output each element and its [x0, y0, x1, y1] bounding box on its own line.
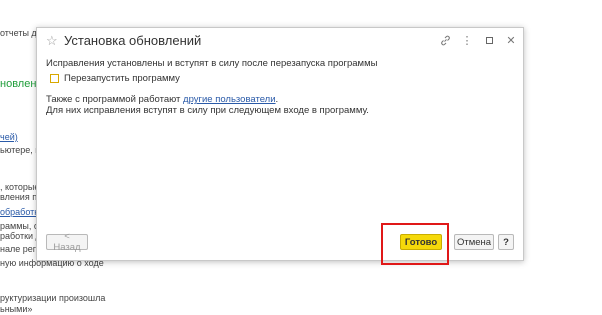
other-users-info: Также с программой работают другие польз…: [46, 94, 514, 105]
bg-link[interactable]: чей): [0, 132, 18, 142]
titlebar-controls: ⋮ ✕: [439, 34, 517, 47]
restart-option[interactable]: Перезапустить программу: [50, 73, 514, 84]
other-users-link[interactable]: другие пользователи: [183, 94, 276, 105]
restart-checkbox[interactable]: [50, 74, 59, 83]
info-prefix: Также с программой работают: [46, 94, 184, 105]
dialog-content: Исправления установлены и вступят в силу…: [46, 58, 514, 116]
maximize-icon[interactable]: [483, 34, 495, 46]
link-icon[interactable]: [439, 34, 451, 46]
bg-fragment: руктуризации произошла: [0, 293, 106, 303]
highlight-box: [381, 223, 449, 265]
restart-checkbox-label[interactable]: Перезапустить программу: [64, 73, 180, 84]
bg-fragment: ьными»: [0, 304, 33, 314]
update-dialog: ☆ Установка обновлений ⋮ ✕ Исправления у…: [36, 27, 524, 261]
info-suffix: .: [275, 94, 279, 105]
back-button[interactable]: < Назад: [46, 231, 88, 253]
favorite-star-icon[interactable]: ☆: [46, 33, 58, 49]
other-users-note: Для них исправления вступят в силу при с…: [46, 105, 369, 116]
cancel-button[interactable]: Отмена: [454, 234, 494, 250]
installed-message: Исправления установлены и вступят в силу…: [46, 58, 378, 69]
dialog-titlebar: ☆ Установка обновлений ⋮ ✕: [37, 28, 523, 54]
help-button[interactable]: ?: [498, 234, 514, 250]
dialog-title: Установка обновлений: [64, 33, 202, 48]
close-icon[interactable]: ✕: [505, 34, 517, 47]
more-menu-icon[interactable]: ⋮: [461, 34, 473, 47]
